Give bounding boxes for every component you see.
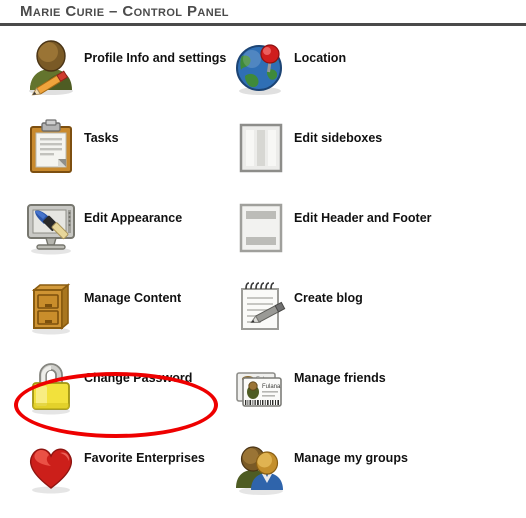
panel-item-tasks[interactable]: Tasks — [22, 112, 119, 182]
panel-item-change-password[interactable]: Change Password — [22, 352, 192, 422]
id-cards-icon: Fulana Fulana — [232, 356, 290, 418]
panel-item-label: Manage friends — [294, 370, 386, 385]
panel-item-label: Edit Header and Footer — [294, 210, 432, 225]
padlock-icon — [22, 356, 80, 418]
panel-item-label: Tasks — [84, 130, 119, 145]
notepad-pen-icon — [232, 276, 290, 338]
id-card-name-front: Fulana — [262, 384, 281, 390]
clipboard-icon — [22, 116, 80, 178]
users-group-icon — [232, 436, 290, 498]
panel-item-profile-info-and-settings[interactable]: Profile Info and settings — [22, 32, 226, 102]
page-header: Marie Curie – Control Panel — [0, 0, 526, 26]
panel-item-label: Location — [294, 50, 347, 65]
globe-pin-icon — [232, 36, 290, 98]
page-headfoot-icon — [232, 196, 290, 258]
columns-layout-icon — [232, 116, 290, 178]
panel-item-manage-friends[interactable]: Fulana Fulana Manage friends — [232, 352, 386, 422]
panel-item-manage-my-groups[interactable]: Manage my groups — [232, 432, 408, 502]
panel-item-edit-sideboxes[interactable]: Edit sideboxes — [232, 112, 382, 182]
user-edit-icon — [22, 36, 80, 98]
panel-item-label: Create blog — [294, 290, 363, 305]
panel-item-label: Edit Appearance — [84, 210, 183, 225]
file-cabinet-icon — [22, 276, 80, 338]
panel-item-label: Profile Info and settings — [84, 50, 227, 65]
panel-item-create-blog[interactable]: Create blog — [232, 272, 363, 342]
panel-item-label: Change Password — [84, 370, 193, 385]
panel-item-edit-header-and-footer[interactable]: Edit Header and Footer — [232, 192, 432, 262]
panel-item-edit-appearance[interactable]: Edit Appearance — [22, 192, 182, 262]
panel-item-manage-content[interactable]: Manage Content — [22, 272, 181, 342]
panel-item-label: Edit sideboxes — [294, 130, 383, 145]
control-panel-grid: Profile Info and settings Location Tasks… — [0, 26, 526, 518]
monitor-brush-icon — [22, 196, 80, 258]
panel-item-location[interactable]: Location — [232, 32, 346, 102]
panel-item-label: Manage Content — [84, 290, 182, 305]
page-title: Marie Curie – Control Panel — [20, 3, 229, 20]
panel-item-label: Manage my groups — [294, 450, 408, 465]
panel-item-label: Favorite Enterprises — [84, 450, 205, 465]
heart-icon — [22, 436, 80, 498]
panel-item-favorite-enterprises[interactable]: Favorite Enterprises — [22, 432, 205, 502]
